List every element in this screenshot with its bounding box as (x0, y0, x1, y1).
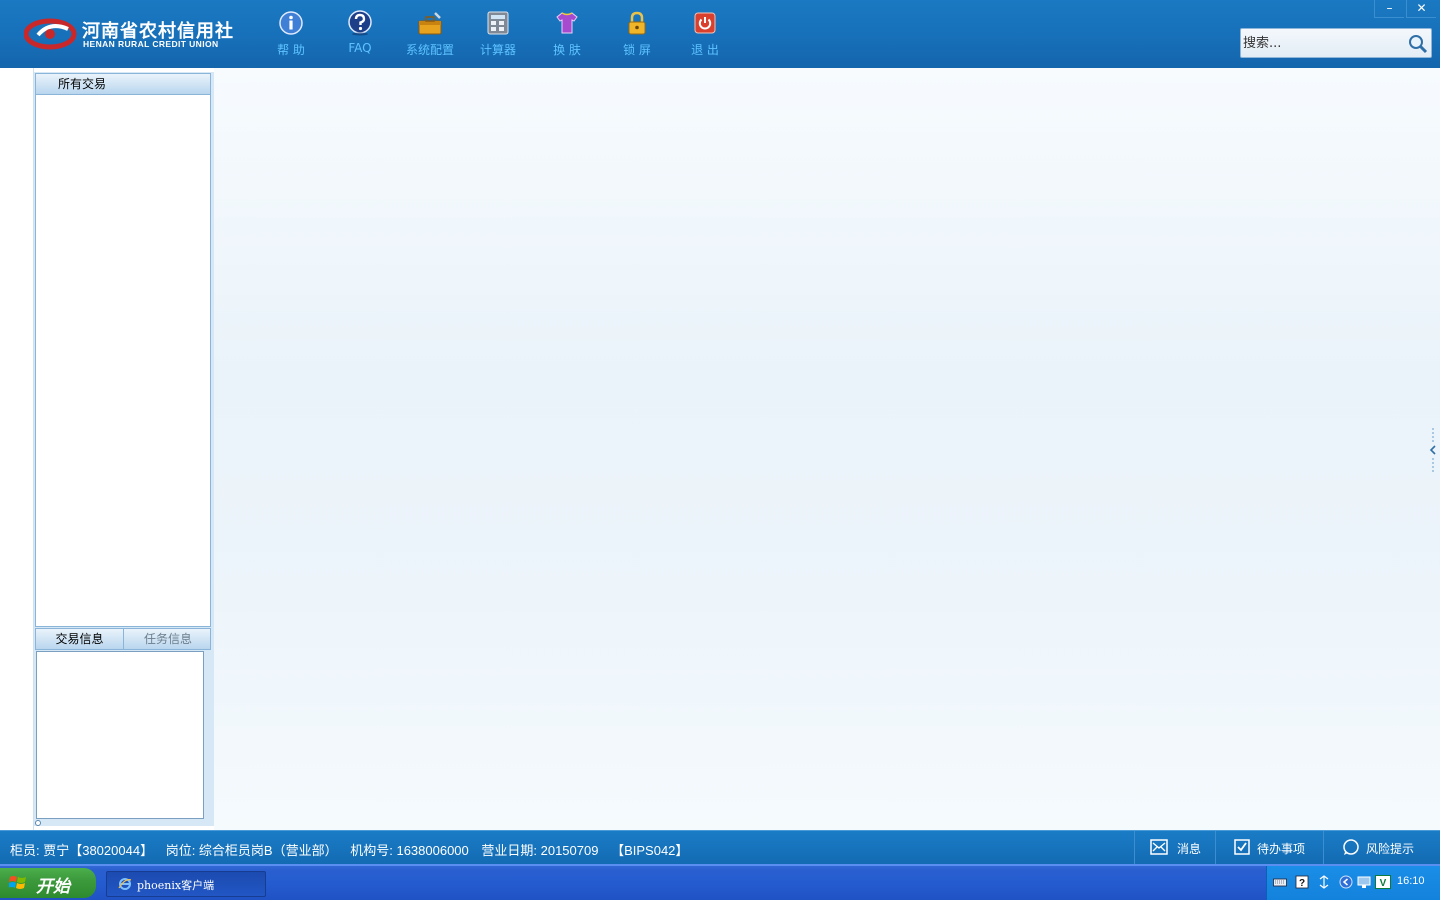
status-date: 营业日期: 20150709 (481, 843, 599, 858)
help-label: 帮 助 (277, 43, 305, 57)
envelope-icon (1150, 839, 1168, 855)
left-strip (0, 68, 34, 830)
risk-alert-label: 风险提示 (1366, 842, 1415, 856)
lock-screen-button[interactable]: 锁 屏 (602, 8, 672, 60)
lock-screen-label: 锁 屏 (623, 43, 651, 57)
start-button[interactable]: 开始 (0, 868, 96, 898)
windows-flag-icon (9, 876, 26, 889)
exit-label: 退 出 (691, 43, 719, 57)
status-info: 柜员: 贾宁【38020044】 岗位: 综合柜员岗B（营业部） 机构号: 16… (10, 840, 697, 859)
svg-text:V: V (1380, 878, 1387, 889)
calculator-icon (487, 11, 509, 35)
os-taskbar: 开始 phoenix客户端 ? V 16:10 (0, 864, 1440, 900)
transaction-tree[interactable] (35, 95, 211, 627)
tab-transaction-info[interactable]: 交易信息 (36, 629, 124, 650)
help-button[interactable]: 帮 助 (256, 8, 326, 60)
checkbox-icon (1234, 839, 1250, 855)
system-tray: ? V 16:10 (1266, 866, 1440, 900)
status-teller: 柜员: 贾宁【38020044】 (10, 843, 154, 858)
browser-tray-icon[interactable] (1339, 875, 1353, 889)
antivirus-tray-icon[interactable]: V (1375, 875, 1391, 889)
taskbar-item-phoenix[interactable]: phoenix客户端 (106, 871, 266, 897)
messages-label: 消息 (1177, 842, 1202, 856)
taskbar-item-label: phoenix客户端 (137, 879, 215, 892)
system-config-label: 系统配置 (405, 43, 454, 57)
network-icon[interactable] (1317, 875, 1331, 889)
question-icon (348, 10, 372, 36)
power-icon (694, 12, 716, 34)
shirt-icon (556, 12, 578, 34)
calculator-label: 计算器 (479, 43, 516, 57)
calculator-button[interactable]: 计算器 (463, 8, 533, 60)
side-panel: 所有交易 交易信息 任务信息 (34, 72, 214, 826)
status-bar: 柜员: 贾宁【38020044】 岗位: 综合柜员岗B（营业部） 机构号: 16… (0, 830, 1440, 864)
collapse-panel-icon[interactable] (1429, 428, 1437, 474)
change-skin-button[interactable]: 换 肤 (532, 8, 602, 60)
logo: 河南省农村信用社 HENAN RURAL CREDIT UNION (24, 13, 238, 53)
search-input[interactable] (1243, 32, 1403, 54)
clock: 16:10 (1397, 875, 1425, 887)
app-header: 河南省农村信用社 HENAN RURAL CREDIT UNION 帮 助 FA… (0, 0, 1440, 68)
help-tray-icon[interactable]: ? (1295, 875, 1309, 889)
todo-button[interactable]: 待办事项 (1215, 831, 1323, 864)
logo-mark-icon (24, 18, 77, 50)
all-transactions-tabbar: 所有交易 (35, 73, 211, 95)
status-org: 机构号: 1638006000 (350, 843, 469, 858)
tab-task-info[interactable]: 任务信息 (124, 629, 212, 650)
transaction-info-box (36, 651, 204, 819)
computer-tray-icon[interactable] (1357, 875, 1371, 889)
toolbox-icon (418, 12, 442, 35)
info-icon (279, 11, 303, 35)
info-tabbar: 交易信息 任务信息 (35, 628, 211, 650)
faq-button[interactable]: FAQ (325, 8, 395, 60)
status-post: 岗位: 综合柜员岗B（营业部） (165, 843, 338, 858)
tab-all-transactions[interactable]: 所有交易 (36, 74, 128, 95)
status-code: 【BIPS042】 (611, 843, 689, 858)
keyboard-icon[interactable] (1273, 875, 1287, 889)
close-button[interactable]: ✕ (1406, 0, 1436, 18)
faq-label: FAQ (348, 41, 372, 55)
chat-bubble-icon (1343, 839, 1359, 855)
minimize-button[interactable]: – (1374, 0, 1404, 18)
system-config-button[interactable]: 系统配置 (395, 8, 465, 60)
main-workspace (214, 68, 1440, 830)
start-label: 开始 (36, 877, 70, 897)
resize-handle[interactable] (35, 820, 41, 826)
ie-icon (118, 878, 132, 890)
lock-icon (628, 11, 646, 35)
exit-button[interactable]: 退 出 (670, 8, 740, 60)
logo-title-en: HENAN RURAL CREDIT UNION (83, 39, 219, 49)
messages-button[interactable]: 消息 (1134, 831, 1215, 864)
search-box (1240, 28, 1432, 58)
risk-alert-button[interactable]: 风险提示 (1323, 831, 1440, 864)
change-skin-label: 换 肤 (553, 43, 581, 57)
search-icon[interactable] (1407, 33, 1429, 55)
todo-label: 待办事项 (1257, 842, 1306, 856)
svg-text:?: ? (1299, 878, 1305, 889)
